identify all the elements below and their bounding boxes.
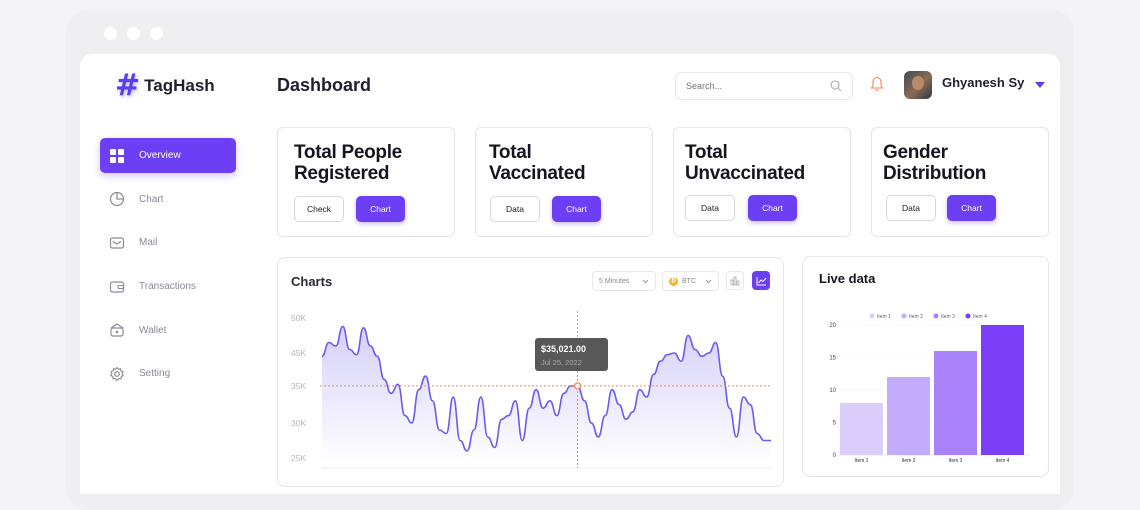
user-name[interactable]: Ghyanesh Sy xyxy=(942,75,1024,90)
legend-label: Item 4 xyxy=(973,314,987,320)
y-tick-label: 15 xyxy=(829,356,836,362)
chart-button[interactable]: Chart xyxy=(748,195,797,221)
search-icon[interactable] xyxy=(830,80,842,92)
search-box[interactable] xyxy=(675,72,853,100)
data-button[interactable]: Data xyxy=(490,196,540,222)
hash-logo-icon: # xyxy=(115,68,141,103)
window-dot-close[interactable] xyxy=(104,27,117,40)
bar-item-2 xyxy=(887,377,930,455)
bar-item-3 xyxy=(934,351,977,455)
avatar[interactable] xyxy=(904,71,932,99)
legend-label: Item 2 xyxy=(909,314,923,320)
pie-chart-icon xyxy=(109,192,125,207)
price-line-chart: 50K 45K 35K 30K 25K $35,021.00 Jul 25, 2022 xyxy=(291,311,771,469)
legend-label: Item 3 xyxy=(941,314,955,320)
tooltip-value: $35,021.00 xyxy=(541,344,586,354)
sidebar-item-label: Mail xyxy=(139,237,158,249)
legend-label: Item 1 xyxy=(877,314,891,320)
check-button[interactable]: Check xyxy=(294,196,344,222)
gear-icon xyxy=(110,366,124,381)
sidebar-item-chart[interactable]: Chart xyxy=(100,182,236,217)
wallet-card-icon xyxy=(109,280,125,293)
sidebar-item-setting[interactable]: Setting xyxy=(100,356,236,391)
x-tick-label: Item 2 xyxy=(902,458,916,464)
page-title: Dashboard xyxy=(277,75,372,95)
y-tick-label: 25K xyxy=(291,453,306,463)
sidebar: Overview Chart Mail Transactions Wallet … xyxy=(100,138,236,400)
y-tick-label: 10 xyxy=(829,388,836,394)
y-tick-label: 30K xyxy=(291,418,306,428)
card-gender-distribution: Gender Distribution Data Chart xyxy=(871,127,1049,237)
x-tick-label: Item 3 xyxy=(949,458,963,464)
chart-button[interactable]: Chart xyxy=(947,195,996,221)
charts-panel: Charts 5 Minutes ₿ BTC 50K 45K 35K 30K 25K $3… xyxy=(277,257,784,487)
live-data-panel: Live data Item 1 Item 2 Item 3 Item 4 20 15 10… xyxy=(802,256,1049,477)
mail-icon xyxy=(109,237,125,249)
card-total-people-registered: Total People Registered Check Chart xyxy=(277,127,455,237)
sidebar-item-label: Transactions xyxy=(139,281,196,293)
y-tick-label: 35K xyxy=(291,381,306,391)
card-total-vaccinated: Total Vaccinated Data Chart xyxy=(475,127,653,237)
y-tick-label: 0 xyxy=(833,453,837,459)
chevron-down-icon[interactable] xyxy=(1035,82,1045,88)
legend-swatch xyxy=(869,313,875,319)
sidebar-item-overview[interactable]: Overview xyxy=(100,138,236,173)
y-tick-label: 50K xyxy=(291,313,306,323)
search-input[interactable] xyxy=(686,81,816,91)
sidebar-item-transactions[interactable]: Transactions xyxy=(100,269,236,304)
chart-button[interactable]: Chart xyxy=(356,196,405,222)
data-button[interactable]: Data xyxy=(685,195,735,221)
sidebar-item-label: Wallet xyxy=(139,324,167,336)
sidebar-item-label: Setting xyxy=(139,368,171,380)
live-bar-chart: Item 1 Item 2 Item 3 Item 4 20 15 10 5 0 Item 1 It… xyxy=(829,313,1029,464)
y-tick-label: 5 xyxy=(833,421,837,427)
card-title: Total People Registered xyxy=(294,142,402,184)
card-total-unvaccinated: Total Unvaccinated Data Chart xyxy=(673,127,851,237)
sidebar-item-wallet[interactable]: Wallet xyxy=(100,313,236,348)
window-dot-maximize[interactable] xyxy=(150,27,163,40)
card-title: Total Unvaccinated xyxy=(685,142,805,184)
sidebar-item-label: Chart xyxy=(139,193,164,205)
card-title: Gender Distribution xyxy=(883,142,986,184)
legend-swatch xyxy=(901,313,907,319)
window-controls xyxy=(104,27,163,40)
window-dot-minimize[interactable] xyxy=(127,27,140,40)
legend-swatch xyxy=(965,313,971,319)
bar-item-4 xyxy=(981,325,1024,455)
brand-name: TagHash xyxy=(144,76,215,95)
card-title: Total Vaccinated xyxy=(489,142,586,184)
wallet-icon xyxy=(110,323,124,337)
brand-logo[interactable]: # TagHash xyxy=(115,71,215,101)
crosshair-point xyxy=(573,382,582,390)
sidebar-item-mail[interactable]: Mail xyxy=(100,225,236,260)
sidebar-item-label: Overview xyxy=(139,150,181,161)
bar-item-1 xyxy=(840,403,883,455)
data-button[interactable]: Data xyxy=(886,195,936,221)
x-tick-label: Item 4 xyxy=(996,458,1010,464)
bell-icon[interactable] xyxy=(870,76,884,92)
y-tick-label: 20 xyxy=(829,323,836,329)
legend-swatch xyxy=(933,313,939,319)
grid-icon xyxy=(110,148,124,163)
x-tick-label: Item 1 xyxy=(855,458,869,464)
tooltip-date: Jul 25, 2022 xyxy=(541,358,582,367)
chart-button[interactable]: Chart xyxy=(552,196,601,222)
y-tick-label: 45K xyxy=(291,348,306,358)
